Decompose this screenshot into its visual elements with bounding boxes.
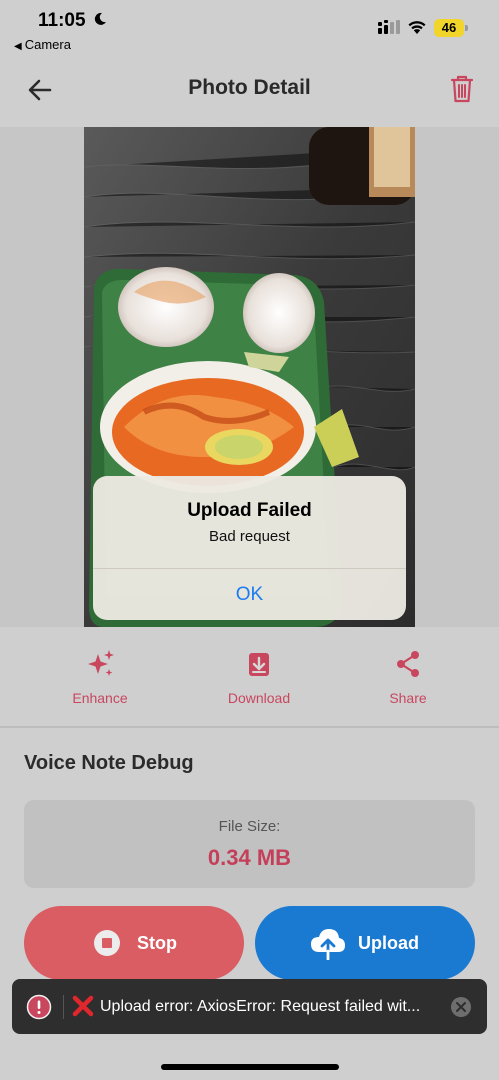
moon-icon (94, 12, 106, 25)
top-app-bar: Photo Detail (0, 58, 499, 126)
alert-title: Upload Failed (187, 500, 312, 521)
file-size-card: File Size: 0.34 MB (24, 800, 475, 888)
enhance-button[interactable]: Enhance (40, 648, 160, 706)
trash-icon[interactable] (446, 72, 478, 106)
download-icon (249, 653, 269, 676)
cellular-signal-icon (378, 20, 400, 34)
close-icon[interactable] (450, 996, 472, 1018)
download-button[interactable]: Download (199, 648, 319, 706)
download-label: Download (227, 690, 291, 706)
alert-ok-button[interactable]: OK (93, 569, 406, 620)
cross-mark-icon (72, 995, 94, 1017)
status-bar: 11:05 ◀ Camera 46 (0, 0, 499, 58)
file-size-label: File Size: (218, 818, 281, 835)
file-size-value: 0.34 MB (207, 845, 292, 870)
enhance-label: Enhance (72, 690, 128, 706)
alert-message: Bad request (209, 528, 290, 545)
stop-button[interactable]: Stop (24, 906, 244, 980)
status-time: 11:05 (38, 10, 86, 31)
page-title: Photo Detail (188, 76, 311, 99)
upload-failed-alert: Upload Failed Bad request OK (93, 476, 406, 620)
stop-label: Stop (137, 933, 177, 953)
battery-level: 46 (434, 19, 464, 37)
wifi-icon (408, 21, 426, 34)
photo-actions: Enhance Download Share (0, 628, 499, 726)
sparkle-icon (88, 650, 114, 676)
cloud-upload-icon (311, 929, 345, 960)
share-button[interactable]: Share (348, 648, 468, 706)
toast-message: Upload error: AxiosError: Request failed… (100, 998, 421, 1015)
upload-button[interactable]: Upload (255, 906, 475, 980)
back-to-app-link[interactable]: ◀ Camera (14, 37, 71, 52)
share-icon (397, 651, 419, 677)
battery-cap (465, 25, 468, 31)
alert-circle-icon (26, 994, 52, 1020)
toast-divider (63, 995, 64, 1019)
section-divider (0, 726, 499, 728)
back-app-label: Camera (24, 37, 71, 52)
stop-icon (94, 930, 120, 956)
error-toast: Upload error: AxiosError: Request failed… (12, 979, 487, 1034)
upload-label: Upload (358, 933, 419, 953)
share-label: Share (389, 690, 427, 706)
voice-note-title: Voice Note Debug (24, 752, 194, 774)
home-indicator[interactable] (161, 1064, 339, 1070)
